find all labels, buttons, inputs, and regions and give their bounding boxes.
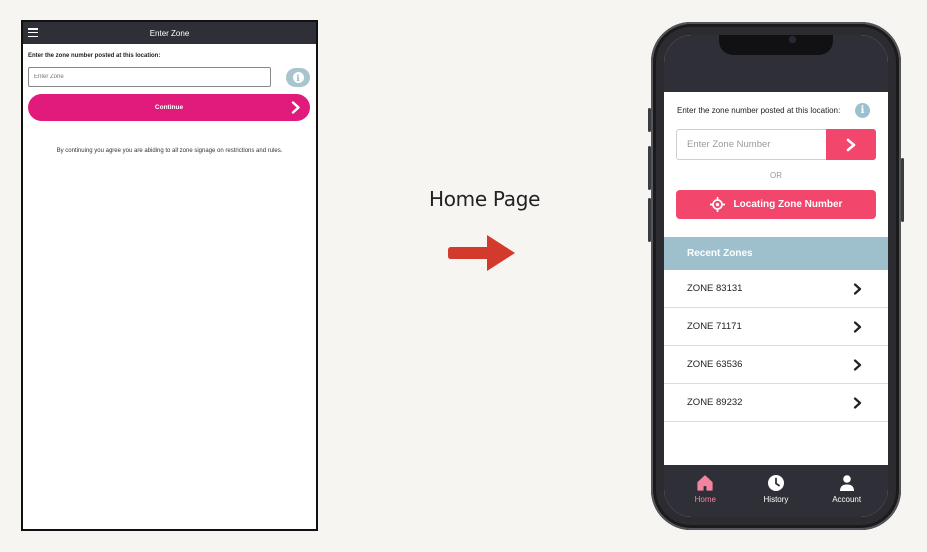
user-icon <box>839 475 854 491</box>
chevron-right-icon <box>291 101 300 114</box>
new-home-screen: Enter the zone number posted at this loc… <box>664 35 888 517</box>
chevron-right-icon <box>853 320 862 333</box>
old-zone-prompt: Enter the zone number posted at this loc… <box>28 53 161 59</box>
hamburger-menu-icon[interactable] <box>28 27 38 38</box>
tab-history-label: History <box>763 495 789 504</box>
zone-label: ZONE 89232 <box>687 397 743 408</box>
recent-zones-list: ZONE 83131 ZONE 71171 ZONE 63536 ZONE 89… <box>664 270 888 422</box>
bottom-tab-bar: Home History Account <box>664 465 888 517</box>
crosshair-icon <box>709 197 725 212</box>
chevron-right-icon <box>853 282 862 295</box>
tab-history[interactable]: History <box>746 465 806 517</box>
zone-row[interactable]: ZONE 71171 <box>664 308 888 346</box>
tab-home[interactable]: Home <box>675 465 735 517</box>
old-header-bar: Enter Zone <box>23 22 316 44</box>
old-header-title: Enter Zone <box>149 28 190 38</box>
locate-zone-button[interactable]: Locating Zone Number <box>676 190 876 219</box>
phone-notch <box>719 35 833 55</box>
info-icon: i <box>292 72 304 83</box>
locate-zone-label: Locating Zone Number <box>733 199 843 210</box>
zone-number-input[interactable] <box>676 129 827 160</box>
recent-zones-header: Recent Zones <box>664 237 888 270</box>
old-continue-label: Continue <box>154 104 184 111</box>
zone-row[interactable]: ZONE 83131 <box>664 270 888 308</box>
info-icon[interactable]: i <box>855 103 870 118</box>
zone-row[interactable]: ZONE 63536 <box>664 346 888 384</box>
zone-label: ZONE 71171 <box>687 321 742 332</box>
old-zone-input[interactable] <box>28 67 271 87</box>
chevron-right-icon <box>853 396 862 409</box>
old-info-button[interactable]: i <box>286 68 310 87</box>
home-icon <box>697 475 713 491</box>
right-arrow-icon <box>448 235 515 271</box>
tab-account-label: Account <box>832 495 862 504</box>
chevron-right-icon <box>846 138 856 151</box>
tab-account[interactable]: Account <box>817 465 877 517</box>
submit-zone-button[interactable] <box>826 129 876 160</box>
tab-home-label: Home <box>694 495 716 504</box>
zone-label: ZONE 83131 <box>687 283 743 294</box>
or-divider: OR <box>770 171 782 180</box>
zone-label: ZONE 63536 <box>687 359 743 370</box>
old-continue-button[interactable]: Continue <box>28 94 310 121</box>
camera-icon <box>789 36 796 43</box>
chevron-right-icon <box>853 358 862 371</box>
zone-row[interactable]: ZONE 89232 <box>664 384 888 422</box>
zone-prompt: Enter the zone number posted at this loc… <box>677 106 841 115</box>
transition-label: Home Page <box>429 187 541 211</box>
old-enter-zone-screen: Enter Zone Enter the zone number posted … <box>21 20 318 531</box>
old-disclaimer-text: By continuing you agree you are abiding … <box>56 148 283 154</box>
clock-icon <box>767 475 784 491</box>
